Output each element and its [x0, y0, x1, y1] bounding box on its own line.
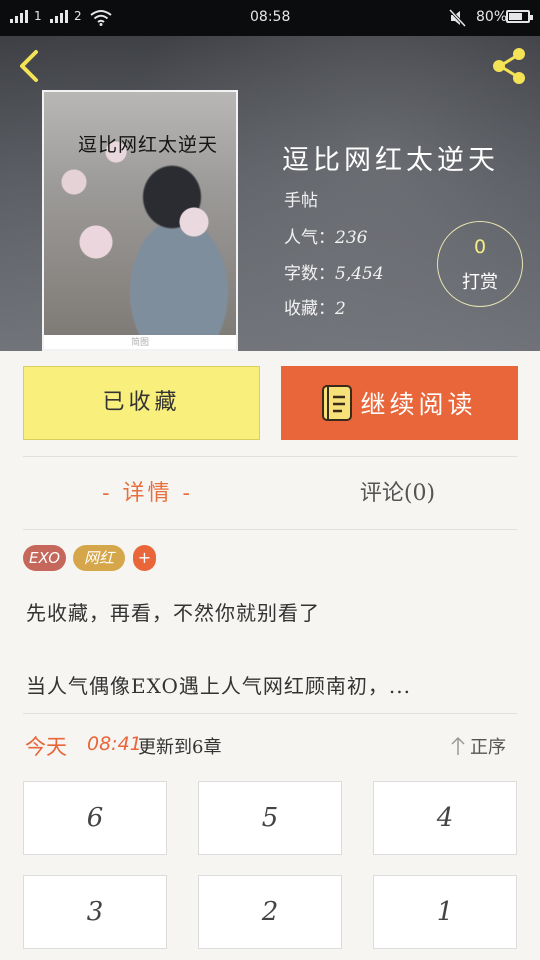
sort-order-label: 正序 [470, 737, 506, 758]
status-bar: 1 2 08:58 80% [0, 0, 540, 36]
book-author: 手帖 [284, 191, 318, 211]
chapter-item[interactable]: 1 [373, 875, 517, 949]
description-line-1: 先收藏，再看，不然你就别看了 [26, 601, 320, 625]
chapter-item[interactable]: 3 [23, 875, 167, 949]
battery-icon [506, 10, 533, 23]
chapter-item[interactable]: 2 [198, 875, 342, 949]
words-value: 5,454 [335, 264, 384, 284]
battery-percent: 80% [476, 9, 508, 25]
sim-label-2: 2 [74, 9, 82, 23]
book-title: 逗比网红太逆天 [282, 145, 499, 176]
book-popularity: 人气：236 [284, 223, 367, 248]
book-header: 逗比网红太逆天 简图 逗比网红太逆天 手帖 人气：236 字数：5,454 收藏… [0, 36, 540, 351]
update-text: 更新到6章 [138, 737, 222, 758]
cover-image [44, 92, 236, 335]
collected-button[interactable]: 已收藏 [23, 366, 260, 440]
chapter-item[interactable]: 4 [373, 781, 517, 855]
continue-reading-label: 继续阅读 [360, 390, 477, 419]
cover-title: 逗比网红太逆天 [78, 134, 219, 156]
tip-label: 打赏 [462, 272, 498, 293]
description-line-2[interactable]: 当人气偶像EXO遇上人气网红顾南初，... [26, 670, 411, 699]
cover-caption: 简图 [44, 335, 236, 349]
book-icon [322, 385, 353, 421]
tag-wanghong[interactable]: 网红 [73, 545, 125, 571]
tab-detail[interactable]: - 详情 - [90, 476, 205, 512]
favorites-value: 2 [335, 299, 346, 319]
tip-count: 0 [473, 236, 487, 258]
share-icon[interactable] [488, 46, 530, 86]
chapter-item[interactable]: 5 [198, 781, 342, 855]
wifi-icon [90, 10, 112, 26]
book-cover[interactable]: 逗比网红太逆天 简图 [42, 90, 238, 351]
popularity-value: 236 [335, 228, 368, 248]
divider [23, 456, 517, 457]
continue-reading-button[interactable]: 继续阅读 [281, 366, 518, 440]
book-favorites: 收藏：2 [284, 294, 346, 319]
book-word-count: 字数：5,454 [284, 259, 384, 284]
tab-comments[interactable]: 评论(0) [340, 476, 455, 512]
update-today: 今天 [25, 735, 67, 759]
back-icon[interactable] [14, 46, 48, 86]
add-tag-button[interactable]: + [133, 545, 156, 571]
arrow-up-icon [451, 736, 465, 755]
signal-icon-2 [50, 10, 68, 23]
words-label: 字数： [284, 264, 335, 284]
divider [23, 713, 517, 714]
signal-icon [10, 10, 28, 23]
sort-order-button[interactable]: 正序 [450, 733, 506, 759]
tip-button[interactable]: 0 打赏 [437, 221, 523, 307]
chapter-item[interactable]: 6 [23, 781, 167, 855]
favorites-label: 收藏： [284, 299, 335, 319]
popularity-label: 人气： [284, 228, 335, 248]
divider [23, 529, 517, 530]
update-time: 08:41 [87, 733, 142, 755]
mute-icon [448, 9, 466, 27]
status-time: 08:58 [250, 9, 291, 25]
sim-label-1: 1 [34, 9, 42, 23]
tag-exo[interactable]: EXO [23, 545, 66, 571]
